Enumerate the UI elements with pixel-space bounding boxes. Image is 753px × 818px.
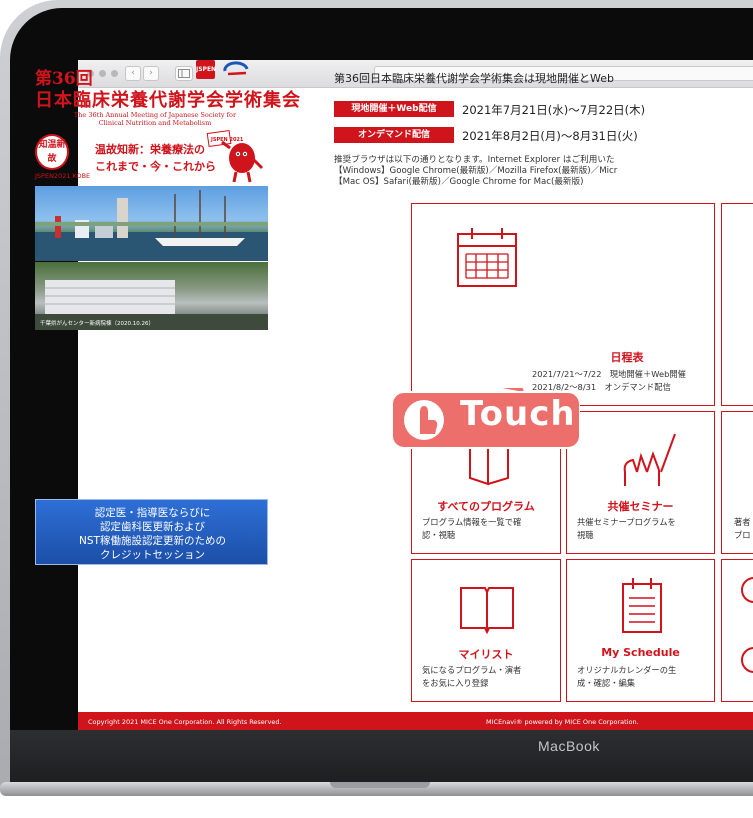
credit-line-2: 認定歯科医更新および bbox=[100, 521, 205, 533]
card-myschedule-desc-1: オリジナルカレンダーの生 bbox=[577, 665, 677, 675]
jspen-logo: JSPEN bbox=[196, 60, 216, 79]
meeting-title: 日本臨床栄養代謝学会学術集会 bbox=[35, 90, 301, 111]
laptop-chin bbox=[10, 730, 753, 782]
meeting-title-en-2: Clinical Nutrition and Metabolism bbox=[98, 119, 212, 127]
card-all-programs-desc-2: 認・視聴 bbox=[422, 530, 456, 540]
kobe-harbor-photo bbox=[35, 186, 268, 261]
card-partial-middle[interactable]: 著者 プロ bbox=[721, 411, 753, 554]
card-myschedule-title: My Schedule bbox=[601, 646, 680, 659]
device-label: MacBook bbox=[538, 738, 600, 754]
card-all-programs-title: すべてのプログラム bbox=[437, 500, 535, 513]
footer-copyright: Copyright 2021 MICE One Corporation. All… bbox=[88, 718, 282, 726]
mascot-badge: JSPEN 2021 bbox=[210, 137, 244, 143]
card-schedule-desc-1: 2021/7/21〜7/22 現地開催＋Web開催 bbox=[532, 369, 686, 379]
window-minimize-icon[interactable] bbox=[99, 70, 106, 77]
theme-line-2: これまで・今・これから bbox=[95, 160, 216, 173]
card-seminar-desc-2: 視聴 bbox=[577, 530, 594, 540]
card-mylist-desc-2: をお気に入り登録 bbox=[422, 678, 489, 688]
card-seminar-title: 共催セミナー bbox=[607, 500, 674, 513]
credit-line-3: NST稼働施設認定更新のための bbox=[79, 535, 226, 547]
chishin-emblem: 知温新故 bbox=[35, 134, 69, 170]
calendar-icon bbox=[457, 228, 517, 287]
partial-circle-icon bbox=[741, 577, 753, 673]
card-partial-top[interactable] bbox=[721, 203, 753, 406]
back-button[interactable]: ‹ bbox=[125, 66, 141, 81]
announcement-headline: 第36回日本臨床栄養代謝学会学術集会は現地開催とWeb bbox=[334, 72, 614, 85]
laptop-mockup: ‹ › 第36回 日本臨床栄養代謝学会学術集会 The 36th Annual … bbox=[0, 0, 753, 818]
window-maximize-icon[interactable] bbox=[111, 70, 118, 77]
theme-line-1: 温故知新：栄養療法の bbox=[95, 143, 205, 156]
card-partial-desc-2: プロ bbox=[734, 530, 751, 540]
card-mylist[interactable]: マイリスト 気になるプログラム・演者 をお気に入り登録 bbox=[411, 559, 561, 702]
schedule-list-icon bbox=[622, 578, 662, 633]
ondemand-tag: オンデマンド配信 bbox=[334, 127, 454, 143]
card-schedule[interactable]: 日程表 2021/7/21〜7/22 現地開催＋Web開催 2021/8/2〜8… bbox=[411, 203, 715, 406]
sidebar-toggle-icon[interactable] bbox=[175, 66, 193, 81]
onsite-web-tag: 現地開催＋Web配信 bbox=[334, 101, 454, 117]
hospital-photo-caption: 千葉県がんセンター新病院棟（2020.10.26） bbox=[40, 321, 154, 327]
credit-line-4: クレジットセッション bbox=[100, 549, 205, 561]
card-mylist-title: マイリスト bbox=[458, 648, 514, 661]
card-seminar-desc-1: 共催セミナープログラムを bbox=[577, 517, 676, 527]
card-partial-bottom[interactable] bbox=[721, 559, 753, 702]
card-schedule-title: 日程表 bbox=[610, 351, 644, 364]
meeting-title-en-1: The 36th Annual Meeting of Japanese Soci… bbox=[73, 111, 237, 119]
card-all-programs-desc-1: プログラム情報を一覧で確 bbox=[422, 517, 522, 527]
card-mylist-desc-1: 気になるプログラム・演者 bbox=[422, 665, 522, 675]
hospital-photo: 千葉県がんセンター新病院棟（2020.10.26） bbox=[35, 262, 268, 330]
emblem-caption: JSPEN2021 KOBE bbox=[35, 172, 91, 180]
touch-label: Touch bbox=[460, 394, 576, 434]
card-myschedule-desc-2: 成・確認・編集 bbox=[577, 678, 636, 688]
browser-note-mac: 【Mac OS】Safari(最新版)／Google Chrome for Ma… bbox=[334, 177, 584, 187]
onsite-web-date: 2021年7月21日(水)〜7月22日(木) bbox=[462, 103, 646, 117]
credit-session-banner[interactable]: 認定医・指導医ならびに 認定歯科医更新および NST稼働施設認定更新のための ク… bbox=[35, 499, 268, 565]
ondemand-date: 2021年8月2日(月)〜8月31日(火) bbox=[462, 129, 638, 143]
card-seminar[interactable]: 共催セミナー 共催セミナープログラムを 視聴 bbox=[566, 411, 715, 554]
card-partial-desc-1: 著者 bbox=[734, 517, 751, 527]
laptop-base-notch bbox=[330, 782, 430, 788]
footer-powered-by[interactable]: MICEnavi® powered by MICE One Corporatio… bbox=[486, 718, 639, 726]
card-myschedule[interactable]: My Schedule オリジナルカレンダーの生 成・確認・編集 bbox=[566, 559, 715, 702]
credit-line-1: 認定医・指導医ならびに bbox=[94, 507, 211, 519]
cancer-center-logo-icon bbox=[223, 61, 249, 76]
forward-button[interactable]: › bbox=[143, 66, 159, 81]
open-book-icon bbox=[460, 587, 514, 635]
mascot-icon: JSPEN 2021 bbox=[206, 129, 264, 183]
pointing-hand-icon bbox=[623, 433, 676, 486]
